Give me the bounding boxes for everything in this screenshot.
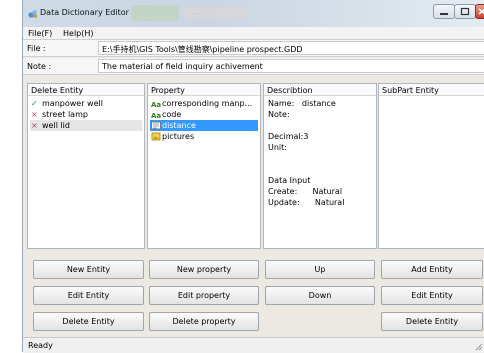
close-button[interactable] bbox=[475, 4, 484, 19]
delete-subentity-button[interactable]: Delete Entity bbox=[381, 312, 483, 331]
subpart-entity-header[interactable]: SubPart Entity bbox=[379, 84, 484, 96]
menu-help[interactable]: Help(H) bbox=[63, 29, 94, 38]
entity-item-well-lid[interactable]: × well lid bbox=[30, 120, 142, 131]
cross-icon: × bbox=[31, 110, 38, 119]
blurred-region bbox=[131, 5, 179, 21]
edit-subentity-button[interactable]: Edit Entity bbox=[381, 286, 483, 305]
app-icon bbox=[28, 10, 37, 18]
edit-entity-button[interactable]: Edit Entity bbox=[33, 286, 144, 305]
description-line: Update: Natural bbox=[268, 198, 345, 207]
delete-property-button[interactable]: Delete property bbox=[149, 312, 259, 331]
maximize-button[interactable] bbox=[454, 4, 476, 19]
move-down-button[interactable]: Down bbox=[265, 286, 375, 305]
cross-icon: × bbox=[31, 121, 38, 130]
property-list[interactable]: Property Aa corresponding manp... Aa cod… bbox=[147, 83, 261, 249]
move-up-button[interactable]: Up bbox=[265, 260, 375, 279]
property-label: corresponding manp... bbox=[162, 99, 253, 108]
entity-label: manpower well bbox=[42, 99, 103, 108]
text-abc-icon: Aa bbox=[151, 101, 161, 108]
maximize-icon bbox=[460, 7, 470, 16]
note-field[interactable]: The material of field inquiry achivement bbox=[98, 59, 484, 73]
description-line bbox=[268, 153, 374, 164]
property-item-selected[interactable]: distance bbox=[150, 120, 258, 131]
svg-text:Aa: Aa bbox=[151, 101, 161, 108]
svg-text:Aa: Aa bbox=[151, 112, 161, 119]
minimize-button[interactable] bbox=[433, 4, 455, 19]
file-row: File : E:\手持机\GIS Tools\管线勘察\pipeline pr… bbox=[23, 40, 484, 57]
app-window: Data Dictionary Editor ... File(F) Help(… bbox=[22, 0, 484, 353]
description-line: Create: Natural bbox=[268, 187, 343, 196]
text-abc-icon: Aa bbox=[151, 112, 161, 119]
status-text: Ready bbox=[28, 341, 53, 350]
description-line bbox=[268, 164, 374, 175]
new-entity-button[interactable]: New Entity bbox=[33, 260, 144, 279]
blurred-caption: ... bbox=[183, 7, 247, 19]
property-item[interactable]: pictures bbox=[150, 131, 258, 142]
property-label: code bbox=[162, 110, 182, 119]
entity-list[interactable]: Delete Entity ✓ manpower well × street l… bbox=[27, 83, 145, 249]
entity-label: well lid bbox=[42, 121, 70, 130]
entity-item-manpower-well[interactable]: ✓ manpower well bbox=[30, 98, 142, 109]
add-subentity-button[interactable]: Add Entity bbox=[381, 260, 483, 279]
numeric-icon bbox=[151, 121, 161, 130]
property-label: pictures bbox=[162, 132, 195, 141]
minimize-icon bbox=[440, 13, 448, 15]
title-bar[interactable]: Data Dictionary Editor ... bbox=[23, 0, 484, 28]
entity-list-header[interactable]: Delete Entity bbox=[28, 84, 144, 96]
entity-label: street lamp bbox=[42, 110, 88, 119]
note-row: Note : The material of field inquiry ach… bbox=[23, 58, 484, 75]
entity-item-street-lamp[interactable]: × street lamp bbox=[30, 109, 142, 120]
description-line: Note: bbox=[268, 110, 290, 119]
description-line: Decimal:3 bbox=[268, 132, 309, 141]
description-line: Unit: bbox=[268, 143, 287, 152]
description-line: Data Input bbox=[268, 176, 311, 185]
subpart-entity-list[interactable]: SubPart Entity bbox=[378, 83, 484, 249]
file-label: File : bbox=[27, 44, 46, 53]
menu-bar: File(F) Help(H) bbox=[23, 27, 484, 40]
description-line bbox=[268, 120, 374, 131]
delete-entity-button[interactable]: Delete Entity bbox=[33, 312, 144, 331]
property-item[interactable]: Aa corresponding manp... bbox=[150, 98, 258, 109]
file-path-field[interactable]: E:\手持机\GIS Tools\管线勘察\pipeline prospect.… bbox=[98, 41, 484, 55]
description-line: Name: distance bbox=[268, 99, 336, 108]
resize-grip-icon[interactable] bbox=[474, 342, 483, 351]
window-title: Data Dictionary Editor bbox=[40, 8, 129, 17]
check-icon: ✓ bbox=[31, 99, 38, 108]
picture-icon bbox=[151, 132, 161, 141]
description-pane: Describtion Name: distance Note: Decimal… bbox=[263, 83, 377, 249]
property-list-header[interactable]: Property bbox=[148, 84, 260, 96]
property-label: distance bbox=[162, 121, 196, 130]
new-property-button[interactable]: New property bbox=[149, 260, 259, 279]
edit-property-button[interactable]: Edit property bbox=[149, 286, 259, 305]
note-label: Note : bbox=[27, 62, 52, 71]
status-bar: Ready bbox=[23, 337, 484, 353]
description-header: Describtion bbox=[264, 84, 376, 96]
property-item[interactable]: Aa code bbox=[150, 109, 258, 120]
menu-file[interactable]: File(F) bbox=[28, 29, 52, 38]
close-icon bbox=[478, 8, 484, 15]
